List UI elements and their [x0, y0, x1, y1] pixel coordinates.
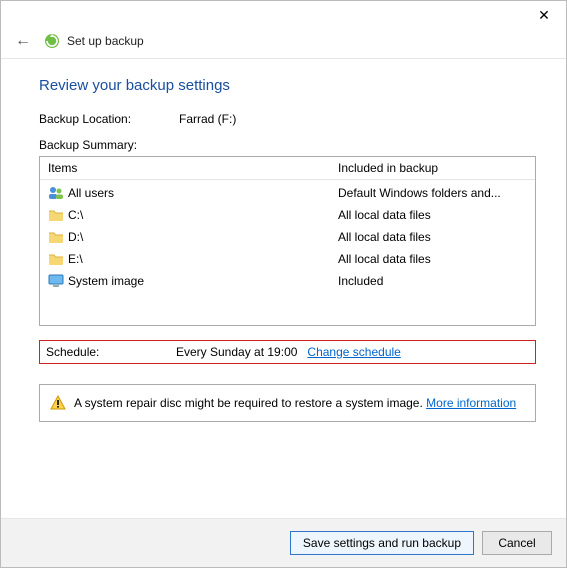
schedule-value: Every Sunday at 19:00	[176, 345, 297, 359]
schedule-label: Schedule:	[46, 345, 176, 359]
included-label: All local data files	[338, 250, 527, 268]
schedule-row: Schedule: Every Sunday at 19:00 Change s…	[39, 340, 536, 364]
cancel-button[interactable]: Cancel	[482, 531, 552, 555]
table-row[interactable]: C:\ All local data files	[40, 204, 535, 226]
item-label: D:\	[68, 228, 83, 246]
folder-icon	[48, 229, 64, 245]
table-row[interactable]: System image Included	[40, 270, 535, 292]
column-items[interactable]: Items	[48, 161, 338, 175]
backup-location-label: Backup Location:	[39, 112, 179, 126]
page-title: Review your backup settings	[39, 77, 536, 94]
included-label: Included	[338, 272, 527, 290]
table-row[interactable]: E:\ All local data files	[40, 248, 535, 270]
warning-icon	[50, 395, 66, 411]
table-row[interactable]: All users Default Windows folders and...	[40, 182, 535, 204]
backup-summary-box: Items Included in backup All users Defau…	[39, 156, 536, 326]
users-icon	[48, 185, 64, 201]
titlebar: ✕	[1, 1, 566, 29]
backup-location-row: Backup Location: Farrad (F:)	[39, 112, 536, 126]
setup-backup-window: ✕ ← Set up backup Review your backup set…	[0, 0, 567, 568]
item-label: All users	[68, 184, 114, 202]
header: ← Set up backup	[1, 29, 566, 59]
folder-icon	[48, 251, 64, 267]
content: Review your backup settings Backup Locat…	[1, 59, 566, 518]
save-settings-button[interactable]: Save settings and run backup	[290, 531, 474, 555]
warning-box: A system repair disc might be required t…	[39, 384, 536, 422]
item-label: E:\	[68, 250, 83, 268]
column-included[interactable]: Included in backup	[338, 161, 527, 175]
table-row[interactable]: D:\ All local data files	[40, 226, 535, 248]
back-arrow-icon[interactable]: ←	[13, 32, 33, 50]
more-information-link[interactable]: More information	[426, 396, 516, 410]
backup-icon	[43, 32, 61, 50]
window-title: Set up backup	[67, 34, 144, 48]
summary-header: Items Included in backup	[40, 157, 535, 180]
change-schedule-link[interactable]: Change schedule	[307, 345, 400, 359]
warning-message: A system repair disc might be required t…	[74, 396, 423, 410]
item-label: C:\	[68, 206, 83, 224]
summary-list: All users Default Windows folders and...…	[40, 180, 535, 294]
backup-summary-label: Backup Summary:	[39, 138, 536, 152]
included-label: All local data files	[338, 206, 527, 224]
included-label: Default Windows folders and...	[338, 184, 527, 202]
footer: Save settings and run backup Cancel	[1, 518, 566, 567]
folder-icon	[48, 207, 64, 223]
monitor-icon	[48, 273, 64, 289]
close-icon[interactable]: ✕	[532, 8, 556, 22]
backup-location-value: Farrad (F:)	[179, 112, 236, 126]
included-label: All local data files	[338, 228, 527, 246]
item-label: System image	[68, 272, 144, 290]
warning-text: A system repair disc might be required t…	[74, 396, 516, 410]
